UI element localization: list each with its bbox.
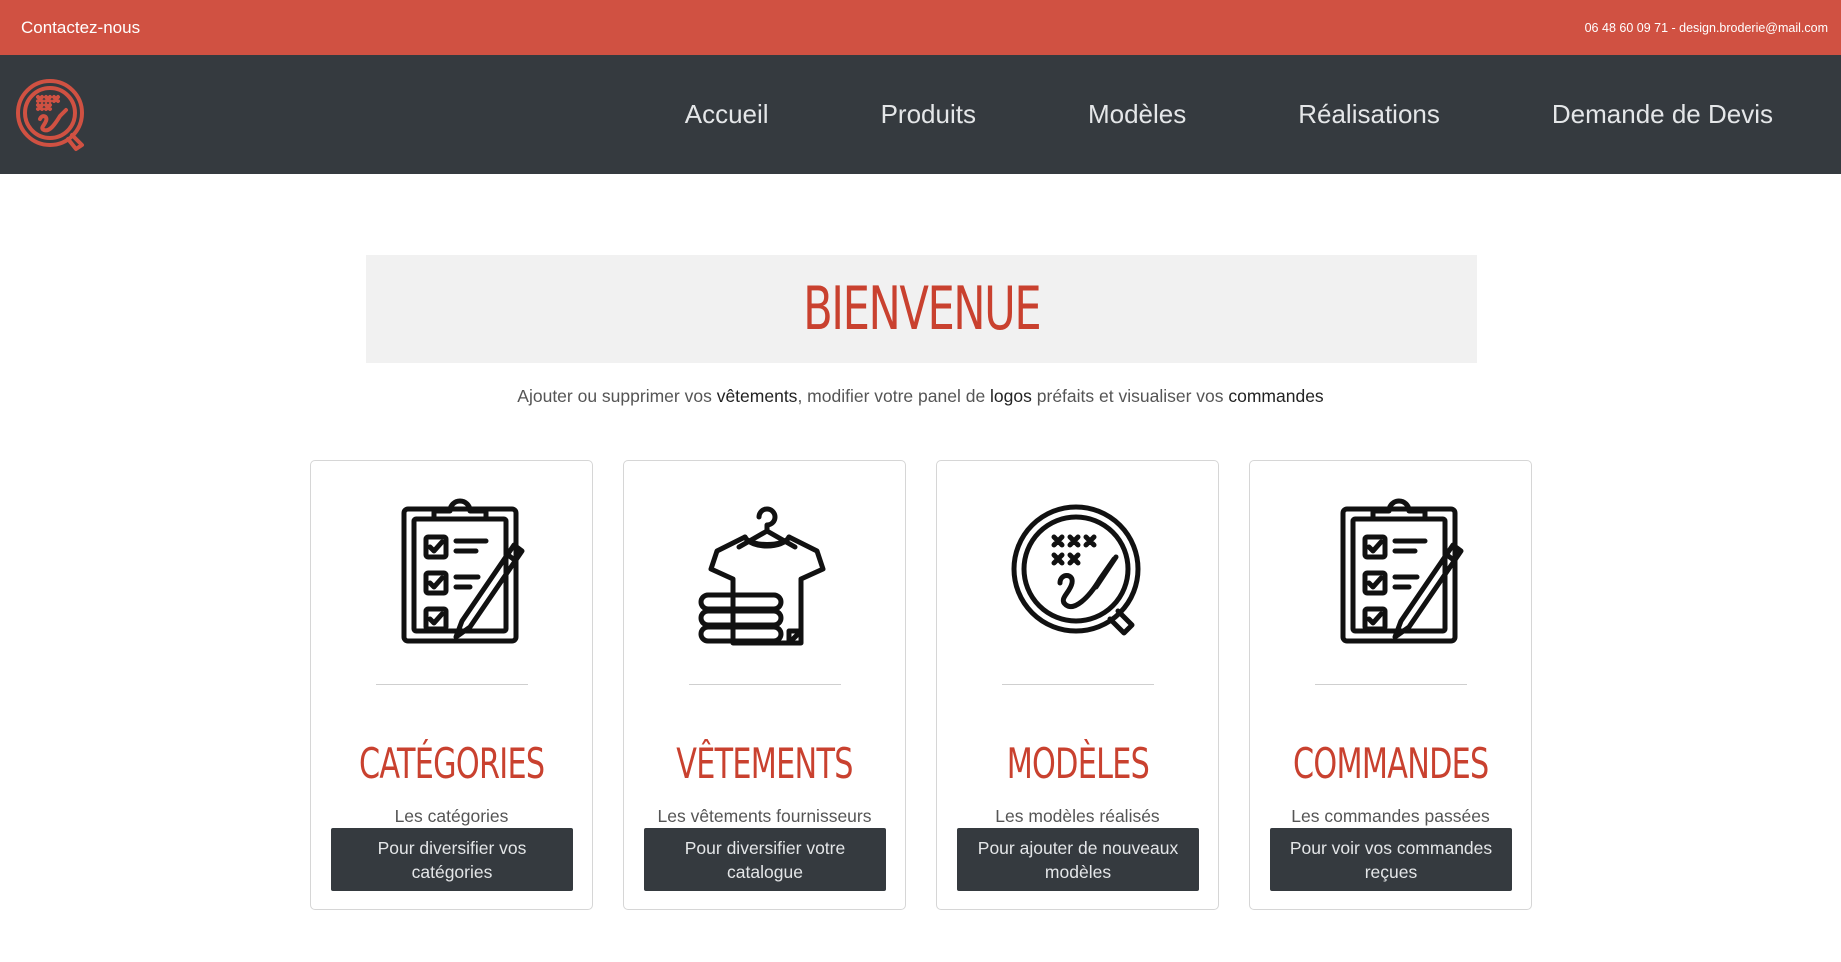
modeles-button[interactable]: Pour ajouter de nouveaux modèles — [957, 828, 1199, 891]
categories-button[interactable]: Pour diversifier vos catégories — [331, 828, 573, 891]
intro-highlight: logos — [990, 386, 1032, 406]
card-title: CATÉGORIES — [358, 739, 545, 788]
nav-demande-devis[interactable]: Demande de Devis — [1552, 99, 1773, 130]
card-divider — [1314, 684, 1467, 685]
card-vetements: VÊTEMENTS Les vêtements fournisseurs Pou… — [623, 460, 906, 910]
card-title: COMMANDES — [1292, 739, 1489, 788]
logo-embroidery-icon[interactable] — [12, 75, 92, 155]
card-commandes: COMMANDES Les commandes passées Pour voi… — [1249, 460, 1532, 910]
clipboard-checklist-icon — [401, 498, 524, 644]
contact-info: 06 48 60 09 71 - design.broderie@mail.co… — [1584, 20, 1828, 35]
vetements-button[interactable]: Pour diversifier votre catalogue — [644, 828, 886, 891]
intro-highlight: vêtements — [716, 386, 798, 406]
intro-part: préfaits et visualiser vos — [1031, 386, 1229, 406]
intro-part: , modifier votre panel de — [797, 386, 991, 406]
clipboard-checklist-icon — [1340, 498, 1463, 644]
contact-link[interactable]: Contactez-nous — [21, 18, 140, 38]
admin-cards: CATÉGORIES Les catégories Pour diversifi… — [310, 460, 1532, 910]
nav-realisations[interactable]: Réalisations — [1298, 99, 1440, 130]
commandes-button[interactable]: Pour voir vos commandes reçues — [1270, 828, 1512, 891]
tshirt-hanger-icon — [698, 506, 825, 646]
card-divider — [375, 684, 528, 685]
card-subtitle: Les catégories — [394, 806, 509, 826]
card-modeles: MODÈLES Les modèles réalisés Pour ajoute… — [936, 460, 1219, 910]
card-subtitle: Les vêtements fournisseurs — [657, 806, 872, 826]
welcome-title: BIENVENUE — [802, 274, 1042, 344]
card-divider — [1001, 684, 1154, 685]
nav-accueil[interactable]: Accueil — [685, 99, 769, 130]
card-title: VÊTEMENTS — [676, 739, 853, 788]
main-navbar: Accueil Produits Modèles Réalisations De… — [0, 55, 1841, 174]
intro-part: Ajouter ou supprimer vos — [517, 386, 717, 406]
intro-highlight: commandes — [1228, 386, 1324, 406]
nav-produits[interactable]: Produits — [881, 99, 976, 130]
intro-text: Ajouter ou supprimer vos vêtements, modi… — [0, 386, 1841, 407]
card-subtitle: Les modèles réalisés — [995, 806, 1160, 826]
embroidery-hoop-icon — [1011, 504, 1140, 636]
nav-modeles[interactable]: Modèles — [1088, 99, 1186, 130]
card-categories: CATÉGORIES Les catégories Pour diversifi… — [310, 460, 593, 910]
welcome-banner: BIENVENUE — [366, 255, 1477, 363]
main-nav: Accueil Produits Modèles Réalisations De… — [685, 55, 1841, 174]
top-contact-bar: Contactez-nous 06 48 60 09 71 - design.b… — [0, 0, 1841, 55]
card-divider — [688, 684, 841, 685]
card-subtitle: Les commandes passées — [1291, 806, 1490, 826]
card-title: MODÈLES — [1006, 739, 1149, 788]
